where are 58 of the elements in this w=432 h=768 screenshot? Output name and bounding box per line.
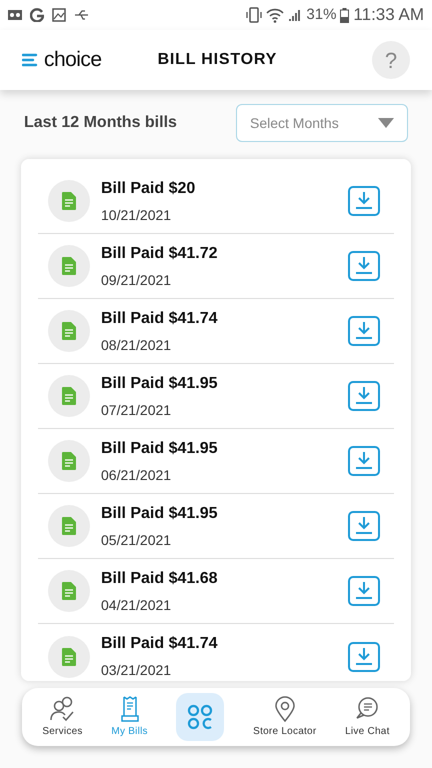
g-icon: [30, 8, 44, 22]
menu-icon[interactable]: [22, 53, 38, 67]
clock: 11:33 AM: [353, 4, 424, 26]
vibrate-icon: [246, 7, 262, 23]
download-button[interactable]: [348, 446, 380, 476]
bill-date: 08/21/2021: [101, 336, 172, 354]
bill-title: Bill Paid $41.95: [101, 438, 218, 458]
bill-title: Bill Paid $41.95: [101, 374, 218, 394]
filter-label: Last 12 Months bills: [24, 113, 177, 133]
voicemail-icon: [8, 9, 22, 21]
document-icon: [62, 192, 76, 210]
logo: choice: [44, 47, 102, 74]
bill-title: Bill Paid $41.74: [101, 308, 218, 328]
bill-date: 10/21/2021: [101, 206, 172, 224]
download-button[interactable]: [348, 316, 380, 346]
battery-icon: [340, 8, 350, 22]
document-icon: [62, 387, 76, 405]
document-icon: [62, 257, 76, 275]
document-icon: [62, 582, 76, 600]
grid-icon: [187, 704, 214, 730]
bill-title: Bill Paid $41.72: [101, 244, 218, 264]
people-icon: [48, 696, 76, 722]
image-icon: [52, 8, 66, 22]
bill-date: 06/21/2021: [101, 466, 172, 484]
bill-date: 04/21/2021: [101, 596, 172, 614]
home-button[interactable]: [176, 693, 224, 741]
months-dropdown[interactable]: Select Months: [236, 104, 408, 142]
bill-date: 05/21/2021: [101, 530, 172, 550]
bill-title: Bill Paid $41.95: [101, 504, 218, 524]
download-button[interactable]: [348, 511, 380, 541]
wifi-icon: [266, 7, 284, 23]
nav-tab[interactable]: Store Locator: [253, 696, 316, 738]
battery-percent: 31%: [306, 4, 336, 25]
chat-bubble-icon: [354, 696, 380, 722]
document-icon: [62, 517, 76, 535]
page-title: BILL HISTORY: [158, 50, 278, 70]
nav-tab[interactable]: Services: [42, 696, 83, 738]
dropdown-placeholder: Select Months: [250, 114, 339, 132]
bill-title: Bill Paid $41.74: [101, 634, 218, 654]
document-icon: [62, 648, 76, 666]
document-icon: [62, 452, 76, 470]
signal-icon: [288, 8, 302, 22]
location-pin-icon: [274, 696, 296, 722]
nav-tab[interactable]: Live Chat: [345, 696, 390, 738]
download-button[interactable]: [348, 576, 380, 606]
bill-title: Bill Paid $20: [101, 178, 196, 198]
download-button[interactable]: [348, 186, 380, 216]
download-button[interactable]: [348, 251, 380, 281]
bill-title: Bill Paid $41.68: [101, 568, 218, 588]
receipt-icon: [118, 696, 141, 722]
bill-date: 03/21/2021: [101, 661, 172, 680]
usb-icon: [74, 9, 90, 21]
download-button[interactable]: [348, 642, 380, 672]
caret-icon: [378, 118, 394, 128]
bill-date: 09/21/2021: [101, 270, 172, 290]
download-button[interactable]: [348, 381, 380, 411]
bill-date: 07/21/2021: [101, 400, 172, 420]
document-icon: [62, 322, 76, 340]
